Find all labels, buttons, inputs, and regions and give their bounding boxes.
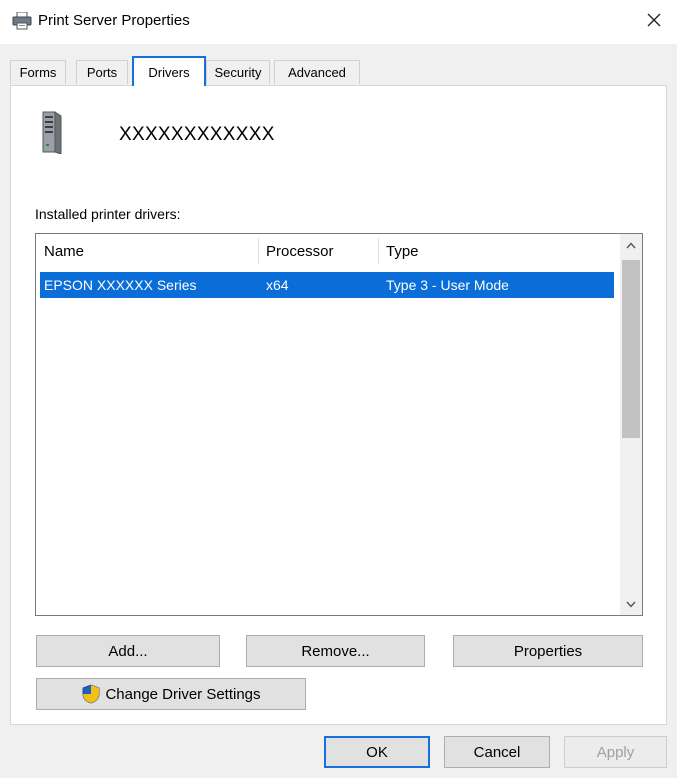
close-button[interactable] [631, 0, 677, 44]
driver-name: EPSON XXXXXX Series [44, 277, 197, 293]
add-driver-button[interactable]: Add... [36, 635, 220, 667]
apply-button[interactable]: Apply [564, 736, 667, 768]
column-header-name[interactable]: Name [36, 234, 258, 268]
installed-drivers-label: Installed printer drivers: [35, 206, 181, 222]
tab-ports[interactable]: Ports [76, 60, 128, 84]
tab-security[interactable]: Security [206, 60, 270, 84]
drivers-list[interactable]: Name Processor Type EPSON XXXXXX Series … [35, 233, 643, 616]
ok-button[interactable]: OK [324, 736, 430, 768]
scroll-up-button[interactable] [620, 234, 642, 256]
list-header: Name Processor Type [36, 234, 614, 268]
uac-shield-icon [81, 684, 101, 704]
cancel-button[interactable]: Cancel [444, 736, 550, 768]
drivers-tab-panel: XXXXXXXXXXXX Installed printer drivers: … [10, 85, 667, 725]
driver-processor: x64 [266, 277, 289, 293]
server-name: XXXXXXXXXXXX [119, 124, 275, 145]
scroll-up-icon [626, 236, 636, 254]
driver-properties-button[interactable]: Properties [453, 635, 643, 667]
scroll-thumb[interactable] [622, 260, 640, 438]
scroll-down-icon [626, 595, 636, 613]
driver-type: Type 3 - User Mode [386, 277, 509, 293]
server-icon [41, 110, 63, 155]
tab-advanced[interactable]: Advanced [274, 60, 360, 84]
change-driver-settings-button[interactable]: Change Driver Settings [36, 678, 306, 710]
vertical-scrollbar[interactable] [620, 234, 642, 615]
list-item[interactable]: EPSON XXXXXX Series x64 Type 3 - User Mo… [40, 272, 614, 298]
close-icon [647, 13, 661, 32]
change-driver-settings-label: Change Driver Settings [105, 685, 261, 703]
window-title: Print Server Properties [38, 12, 190, 29]
tab-drivers[interactable]: Drivers [132, 56, 206, 86]
tab-forms[interactable]: Forms [10, 60, 66, 84]
column-header-type[interactable]: Type [378, 234, 614, 268]
remove-driver-button[interactable]: Remove... [246, 635, 425, 667]
scroll-down-button[interactable] [620, 593, 642, 615]
column-header-processor[interactable]: Processor [258, 234, 378, 268]
title-bar: Print Server Properties [0, 0, 677, 44]
printer-icon [12, 11, 32, 30]
